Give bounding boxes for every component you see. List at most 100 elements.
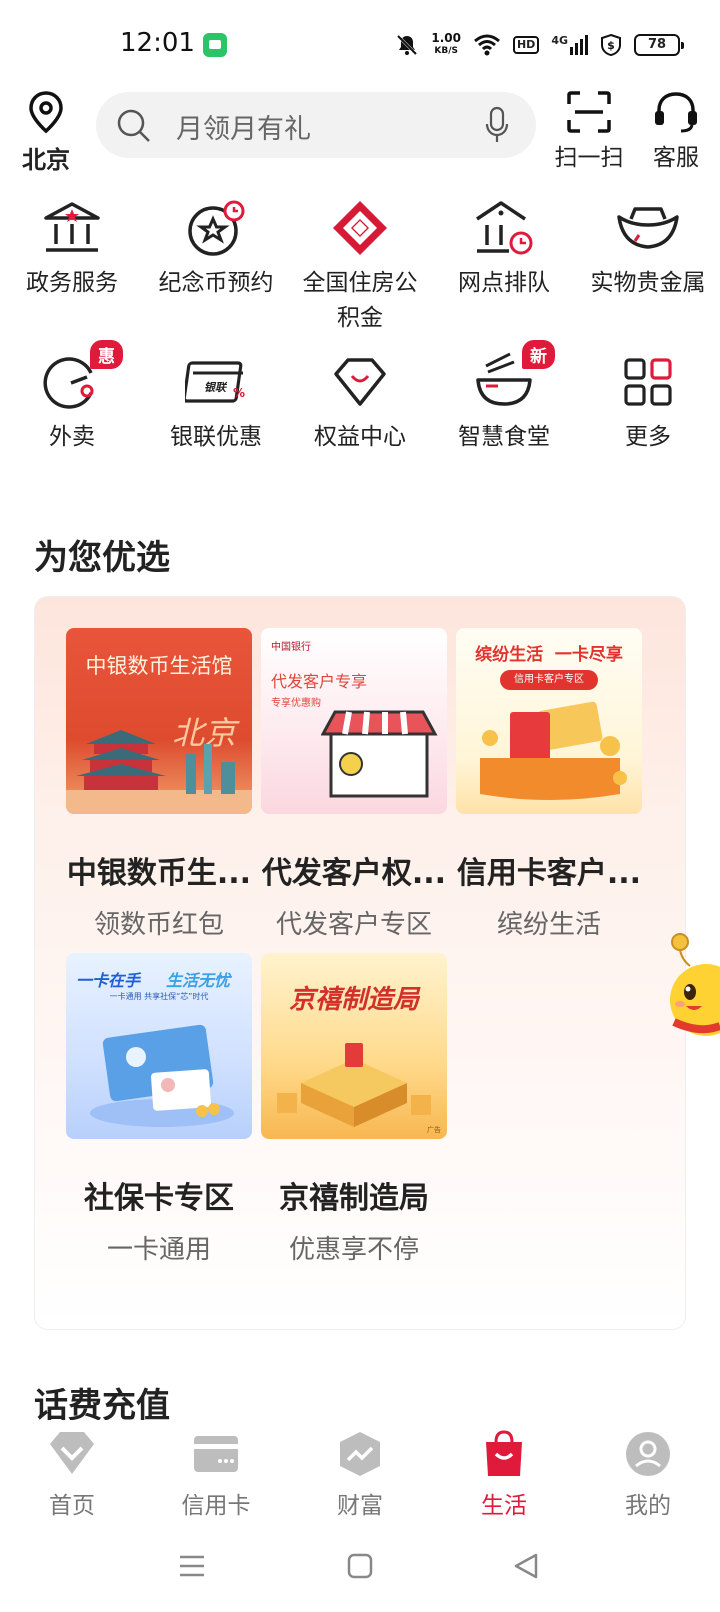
discount-badge: 惠: [90, 340, 123, 369]
product-image: 一卡在手 生活无忧 一卡通用 共享社保“芯”时代: [66, 953, 252, 1139]
status-bar: 12:01 1.00 KB/S HD 4G $ 78: [0, 0, 720, 90]
tab-wealth[interactable]: 财富: [288, 1420, 432, 1530]
credit-card-icon: [194, 1436, 238, 1472]
grid-item-smart-canteen[interactable]: 新 智慧食堂: [432, 340, 576, 455]
svg-text:%: %: [233, 386, 245, 400]
image-caption: 一卡在手: [76, 971, 141, 990]
grid-label: 全国住房公积金: [302, 270, 418, 331]
location-pin-icon: [29, 91, 63, 134]
product-subtitle: 一卡通用: [106, 1235, 211, 1265]
grid-item-takeout[interactable]: 惠 外卖: [0, 340, 144, 455]
speed-unit: KB/S: [434, 46, 458, 56]
social-card-illustration: [90, 1024, 234, 1127]
temple-illustration: [66, 730, 252, 814]
unionpay-card-icon: 银联%: [185, 361, 245, 403]
home-diamond-icon: [50, 1432, 94, 1474]
product-card-jingxi[interactable]: 京禧制造局 广告 京禧制造局 优惠享不停: [261, 953, 447, 1266]
system-nav-bar: [0, 1540, 720, 1600]
image-caption: 中银数币生活馆: [85, 654, 233, 678]
product-image: 中银数币生活馆 北京: [66, 628, 252, 814]
bank-logo-text: 中国银行: [271, 642, 311, 653]
product-subtitle: 代发客户专区: [275, 910, 432, 940]
profile-icon: [626, 1432, 670, 1476]
service-label: 客服: [653, 145, 699, 171]
featured-panel: 中银数币生活馆 北京 中银数币生... 领数币红包 中国银行 代发客户专享 专享…: [34, 596, 686, 1330]
product-card-credit-card[interactable]: 缤纷生活 一卡尽享 信用卡客户专区 信用卡客户... 缤纷生活: [456, 628, 642, 941]
headset-icon: [655, 92, 697, 133]
gold-ingot-icon: [617, 207, 679, 249]
grid-item-benefits-center[interactable]: 权益中心: [288, 344, 432, 455]
service-grid-row-1: 政务服务 纪念币预约 全国住房公积金 网点排队 实物贵金属: [0, 190, 720, 336]
network-type: 4G: [551, 34, 568, 47]
grid-item-more[interactable]: 更多: [576, 344, 720, 455]
customer-service-button[interactable]: 客服: [644, 90, 708, 172]
product-card-digital-currency[interactable]: 中银数币生活馆 北京 中银数币生... 领数币红包: [66, 628, 252, 941]
product-image: 缤纷生活 一卡尽享 信用卡客户专区: [456, 628, 642, 814]
image-caption: 一卡通用 共享社保“芯”时代: [109, 992, 209, 1001]
wifi-icon: [474, 34, 500, 56]
search-icon: [117, 109, 150, 142]
gift-box-illustration: [277, 1043, 431, 1127]
product-title: 代发客户权...: [261, 856, 447, 891]
hd-badge: HD: [512, 36, 540, 54]
service-grid-row-2: 惠 外卖 银联% 银联优惠 权益中心 新 智慧食堂 更多: [0, 340, 720, 455]
housing-fund-icon: [333, 201, 387, 255]
image-caption: 专享优惠购: [271, 698, 321, 709]
grid-item-housing-fund[interactable]: 全国住房公积金: [288, 190, 432, 336]
grid-item-unionpay-offers[interactable]: 银联% 银联优惠: [144, 344, 288, 455]
product-image: 京禧制造局 广告: [261, 953, 447, 1139]
signal-icon: 4G: [551, 35, 588, 55]
microphone-icon[interactable]: [484, 106, 510, 144]
image-pill: 信用卡客户专区: [500, 670, 598, 690]
scan-button[interactable]: 扫一扫: [552, 90, 626, 172]
grid-item-precious-metals[interactable]: 实物贵金属: [576, 190, 720, 336]
location-button[interactable]: 北京: [18, 90, 74, 175]
government-icon: [44, 202, 100, 252]
svg-text:$: $: [607, 39, 615, 52]
grid-label: 智慧食堂: [458, 424, 550, 450]
product-image: 中国银行 代发客户专享 专享优惠购: [261, 628, 447, 814]
shopping-bag-icon: [486, 1430, 522, 1476]
product-card-social-security[interactable]: 一卡在手 生活无忧 一卡通用 共享社保“芯”时代 社保卡专区 一卡通用: [66, 953, 252, 1266]
mute-bell-icon: [397, 34, 418, 56]
product-title: 京禧制造局: [279, 1181, 429, 1216]
status-time: 12:01: [120, 28, 195, 58]
grid-item-branch-queue[interactable]: 网点排队: [432, 190, 576, 336]
branch-queue-icon: [476, 201, 533, 255]
search-placeholder: 月领月有礼: [176, 114, 311, 145]
image-caption: 生活无忧: [166, 971, 231, 990]
grid-item-commemorative-coin[interactable]: 纪念币预约: [144, 190, 288, 336]
shield-dollar-icon: $: [601, 33, 621, 57]
back-triangle-icon[interactable]: [512, 1552, 540, 1580]
home-square-icon[interactable]: [346, 1552, 374, 1580]
status-icons: 1.00 KB/S HD 4G $ 78: [395, 30, 684, 60]
coin-star-icon: [188, 200, 245, 256]
network-speed: 1.00 KB/S: [431, 31, 461, 57]
grid-label: 纪念币预约: [158, 270, 274, 296]
search-input[interactable]: 月领月有礼: [96, 92, 536, 158]
tab-label: 信用卡: [181, 1493, 251, 1519]
diamond-icon: [334, 358, 386, 406]
grid-item-government-services[interactable]: 政务服务: [0, 190, 144, 336]
product-card-payroll[interactable]: 中国银行 代发客户专享 专享优惠购 代发客户权... 代发客户专区: [261, 628, 447, 941]
tab-label: 财富: [337, 1493, 383, 1519]
grid-label: 外卖: [49, 424, 95, 450]
image-caption: 缤纷生活 一卡尽享: [475, 645, 623, 665]
tab-life[interactable]: 生活: [432, 1420, 576, 1530]
speed-value: 1.00: [431, 31, 461, 45]
grid-label: 银联优惠: [170, 424, 262, 450]
tab-credit-card[interactable]: 信用卡: [144, 1420, 288, 1530]
message-app-icon: [203, 33, 227, 57]
tab-home[interactable]: 首页: [0, 1420, 144, 1530]
tab-profile[interactable]: 我的: [576, 1420, 720, 1530]
grid-label: 权益中心: [314, 424, 406, 450]
bottom-tab-bar: 首页 信用卡 财富 生活 我的: [0, 1420, 720, 1530]
grid-label: 更多: [625, 424, 671, 450]
location-city: 北京: [22, 146, 70, 174]
grid-label: 网点排队: [458, 270, 550, 296]
battery-indicator: 78: [634, 34, 684, 56]
section-title-featured: 为您优选: [34, 538, 170, 578]
product-subtitle: 优惠享不停: [288, 1235, 419, 1265]
menu-icon[interactable]: [178, 1552, 206, 1580]
floating-mascot[interactable]: [660, 930, 720, 1060]
